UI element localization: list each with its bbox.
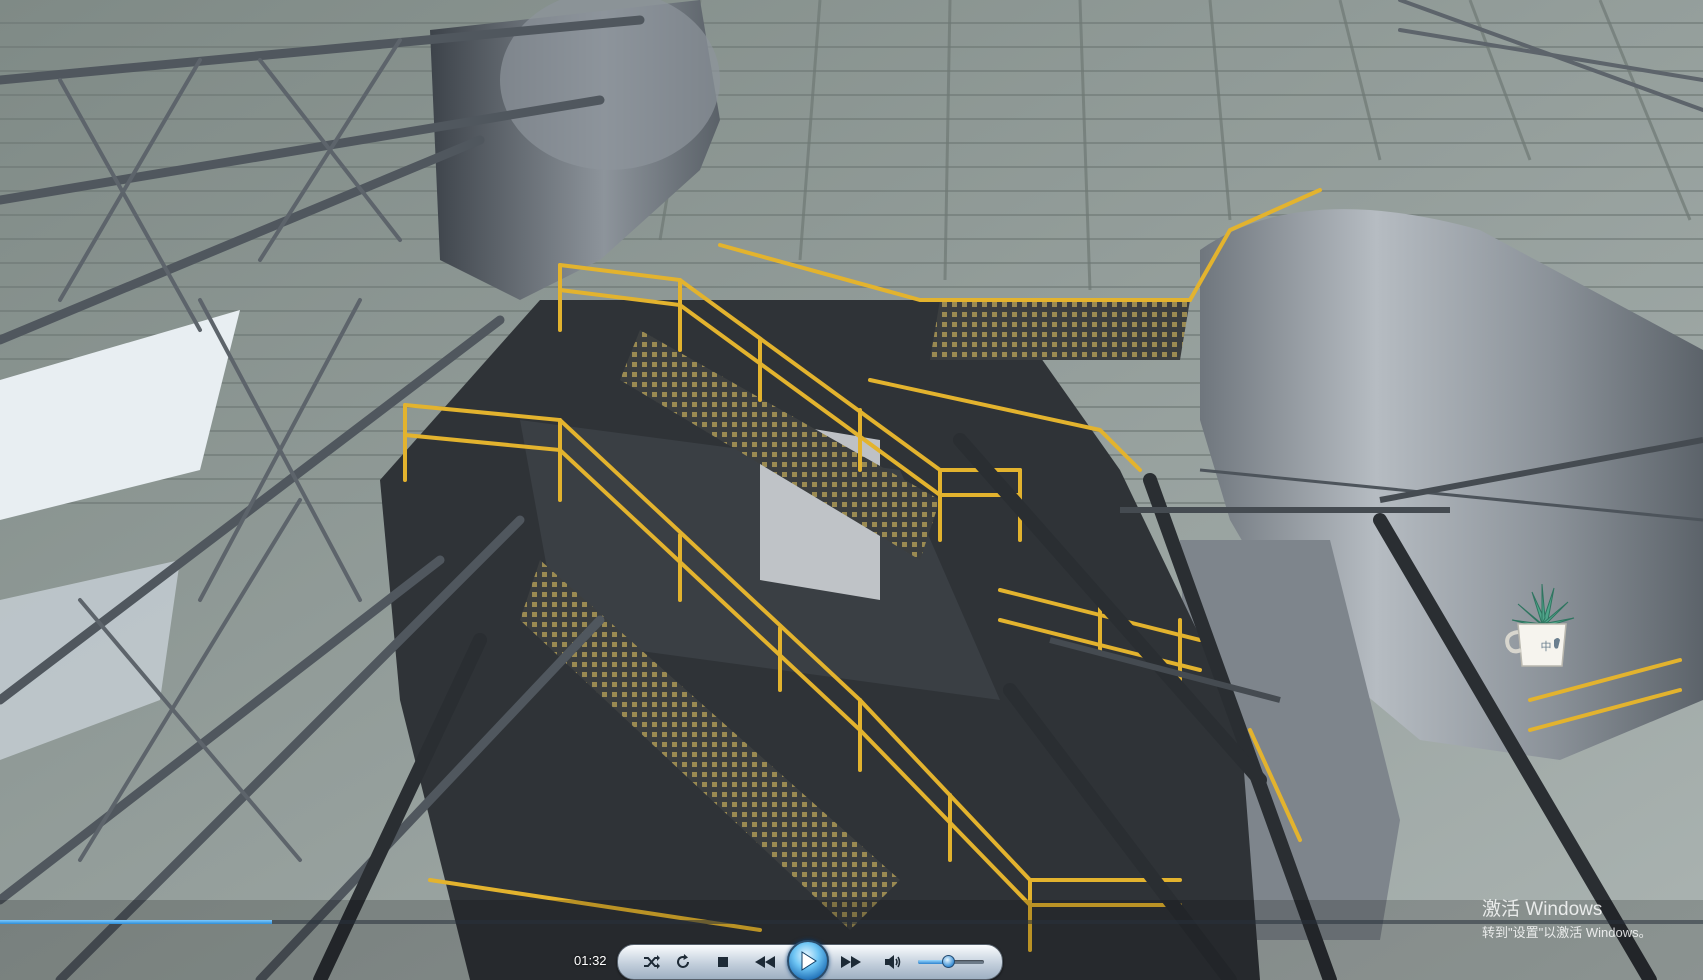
watermark-title: 激活 Windows	[1482, 899, 1603, 920]
mute-button[interactable]	[882, 951, 904, 973]
previous-button[interactable]	[754, 951, 776, 973]
video-frame[interactable]	[0, 0, 1703, 980]
volume-thumb[interactable]	[942, 955, 955, 968]
watermark-subtitle: 转到"设置"以激活 Windows。	[1482, 925, 1652, 940]
next-button[interactable]	[840, 951, 862, 973]
media-player-window: 01:32 中 激活 Windows 转到"设置"以激活 Windows。	[0, 0, 1703, 980]
ime-floating-widget[interactable]: 中	[1502, 578, 1582, 670]
rewind-icon	[755, 956, 775, 968]
repeat-button[interactable]	[672, 951, 694, 973]
fast-forward-icon	[841, 956, 861, 968]
seek-bar[interactable]	[0, 920, 1703, 924]
speaker-icon	[885, 955, 901, 969]
shuffle-button[interactable]	[641, 951, 663, 973]
play-icon	[801, 951, 817, 971]
ime-mode-label: 中	[1540, 641, 1552, 653]
shuffle-icon	[644, 955, 660, 969]
repeat-icon	[677, 954, 689, 968]
seek-progress	[0, 920, 272, 924]
stop-icon	[718, 957, 728, 967]
stop-button[interactable]	[712, 951, 734, 973]
windows-activation-watermark: 激活 Windows 转到"设置"以激活 Windows。	[1482, 898, 1697, 942]
succulent-plant-mug-icon	[1505, 583, 1575, 667]
play-button[interactable]	[787, 940, 829, 980]
